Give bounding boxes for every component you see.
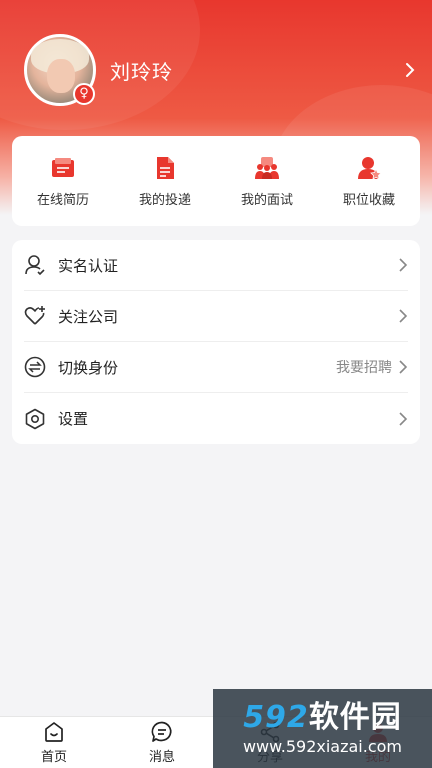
menu-settings[interactable]: 设置: [24, 393, 408, 444]
quick-label: 在线简历: [36, 192, 89, 208]
quick-job-favorites[interactable]: 职位收藏: [321, 155, 417, 208]
chevron-right-icon: [399, 360, 408, 374]
gender-female-icon: ♀: [73, 83, 95, 105]
quick-label: 我的投递: [138, 192, 191, 208]
menu-label: 设置: [58, 410, 89, 428]
menu-label: 关注公司: [58, 307, 119, 326]
tab-messages[interactable]: 消息: [108, 717, 216, 768]
tab-label: 消息: [148, 750, 175, 765]
menu-real-name-auth[interactable]: 实名认证: [24, 240, 408, 291]
watermark-brand: 592软件园: [243, 701, 402, 735]
chevron-right-icon[interactable]: [404, 60, 416, 80]
user-verify-icon: [25, 255, 45, 276]
tab-home[interactable]: 首页: [0, 717, 108, 768]
quick-online-resume[interactable]: 在线简历: [15, 155, 111, 208]
avatar-face: [47, 59, 75, 93]
quick-label: 我的面试: [240, 192, 293, 208]
avatar[interactable]: ♀: [24, 34, 96, 106]
message-icon: [151, 721, 172, 742]
menu-label: 实名认证: [58, 256, 119, 275]
interview-icon: [255, 156, 279, 179]
chevron-right-icon: [399, 309, 408, 323]
chevron-right-icon: [399, 258, 408, 272]
resume-icon: [52, 157, 74, 177]
quick-my-applications[interactable]: 我的投递: [117, 155, 213, 208]
quick-actions-card: 在线简历 我的投递 我的面试 职位收藏: [12, 136, 420, 226]
menu-switch-identity[interactable]: 切换身份 我要招聘: [24, 342, 408, 393]
watermark-brand-text: 软件园: [308, 700, 402, 735]
favorite-job-icon: [358, 156, 382, 180]
document-icon: [157, 156, 174, 179]
chevron-right-icon: [399, 411, 408, 426]
profile-header[interactable]: ♀ 刘玲玲: [24, 34, 420, 106]
settings-menu: 实名认证 关注公司 切换身份 我要招聘 设置: [12, 240, 420, 444]
tab-label: 首页: [40, 750, 67, 765]
site-watermark: 592软件园 www.592xiazai.com: [213, 689, 432, 768]
quick-label: 职位收藏: [342, 192, 395, 208]
menu-extra-text: 我要招聘: [336, 360, 392, 376]
heart-plus-icon: [24, 306, 45, 325]
watermark-brand-number: 592: [243, 700, 309, 735]
settings-icon: [25, 408, 45, 429]
home-icon: [45, 722, 63, 742]
watermark-url: www.592xiazai.com: [242, 737, 403, 756]
user-name: 刘玲玲: [110, 59, 173, 84]
quick-my-interviews[interactable]: 我的面试: [219, 155, 315, 208]
menu-label: 切换身份: [58, 358, 119, 377]
switch-icon: [24, 356, 46, 378]
menu-follow-company[interactable]: 关注公司: [24, 291, 408, 342]
